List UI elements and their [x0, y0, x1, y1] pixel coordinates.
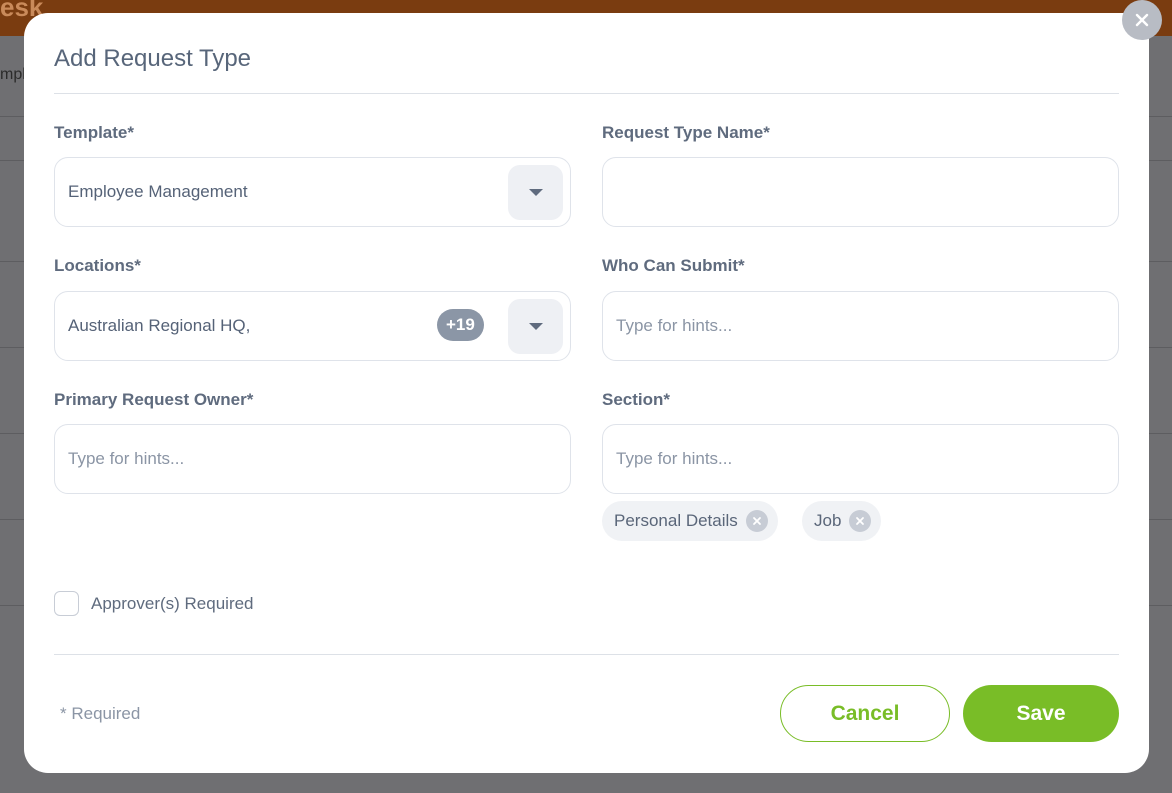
request-type-name-label: Request Type Name*	[602, 123, 770, 142]
close-icon	[1135, 13, 1149, 27]
approvers-required-checkbox[interactable]	[54, 591, 79, 616]
locations-select[interactable]: Australian Regional HQ, +19	[54, 291, 571, 361]
locations-dropdown-button[interactable]	[508, 299, 563, 354]
background-text: mpl	[0, 66, 26, 83]
required-note: * Required	[60, 704, 141, 723]
template-select[interactable]: Employee Management	[54, 157, 571, 227]
save-button[interactable]: Save	[963, 685, 1119, 742]
footer-divider	[54, 654, 1119, 655]
dialog-title: Add Request Type	[54, 45, 252, 72]
chip-label: Job	[814, 511, 842, 530]
template-dropdown-button[interactable]	[508, 165, 563, 220]
template-label: Template*	[54, 123, 134, 142]
locations-label: Locations*	[54, 256, 141, 275]
who-can-submit-label: Who Can Submit*	[602, 256, 745, 275]
close-button[interactable]	[1122, 0, 1162, 40]
chip-remove-icon[interactable]	[745, 510, 768, 532]
cancel-button[interactable]: Cancel	[780, 685, 950, 742]
chip-remove-icon[interactable]	[849, 510, 872, 532]
add-request-type-dialog: Add Request Type Template* Employee Mana…	[24, 13, 1149, 773]
primary-request-owner-label: Primary Request Owner*	[54, 390, 254, 409]
locations-value: Australian Regional HQ,	[68, 316, 251, 335]
chevron-down-icon	[528, 322, 543, 330]
request-type-name-input[interactable]	[603, 158, 1118, 226]
primary-request-owner-input[interactable]	[55, 425, 570, 493]
section-input[interactable]	[603, 425, 1118, 493]
section-chip: Job	[802, 501, 882, 541]
who-can-submit-field	[602, 291, 1119, 361]
template-value: Employee Management	[68, 182, 248, 201]
chip-label: Personal Details	[614, 511, 738, 530]
chevron-down-icon	[528, 188, 543, 196]
section-field	[602, 424, 1119, 494]
section-chip: Personal Details	[602, 501, 778, 541]
who-can-submit-input[interactable]	[603, 292, 1118, 360]
title-divider	[54, 93, 1119, 94]
approvers-required-label[interactable]: Approver(s) Required	[91, 594, 254, 614]
primary-request-owner-field	[54, 424, 571, 494]
section-label: Section*	[602, 390, 671, 409]
request-type-name-field	[602, 157, 1119, 227]
locations-count-badge: +19	[437, 309, 484, 341]
